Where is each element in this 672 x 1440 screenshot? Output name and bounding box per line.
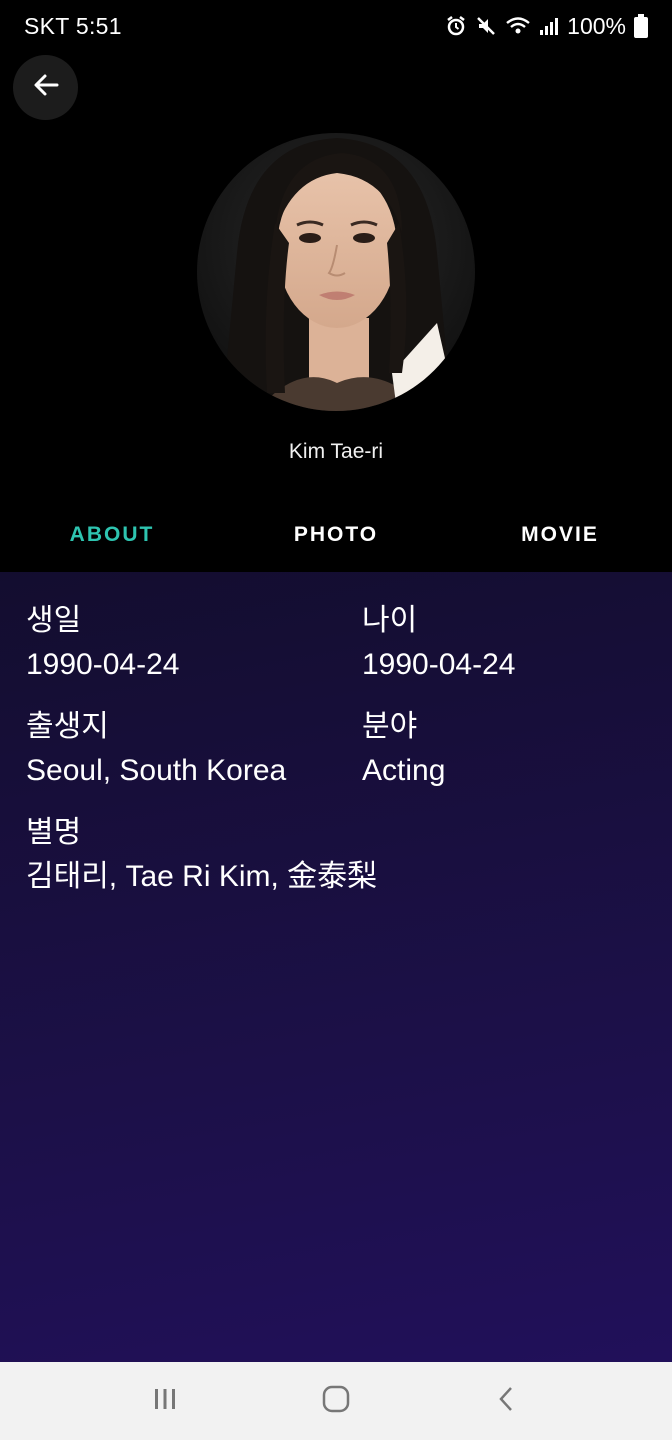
age-label: 나이 bbox=[362, 604, 418, 637]
status-bar: SKT 5:51 100% bbox=[0, 0, 672, 52]
birthday-label: 생일 bbox=[26, 604, 82, 637]
back-nav-button[interactable] bbox=[477, 1371, 537, 1431]
recent-apps-icon bbox=[150, 1384, 180, 1419]
battery-icon bbox=[634, 14, 648, 38]
alias-label: 별명 bbox=[26, 816, 82, 849]
home-button[interactable] bbox=[306, 1371, 366, 1431]
about-panel: 생일 1990-04-24 나이 1990-04-24 출생지 Seoul, S… bbox=[0, 572, 672, 1362]
home-icon bbox=[321, 1384, 351, 1419]
mute-icon bbox=[475, 15, 497, 37]
tab-photo[interactable]: PHOTO bbox=[224, 500, 448, 570]
info-grid: 생일 1990-04-24 나이 1990-04-24 출생지 Seoul, S… bbox=[26, 600, 646, 900]
field-label: 분야 bbox=[362, 710, 418, 743]
field-value: Acting bbox=[362, 754, 446, 787]
battery-percent: 100% bbox=[567, 12, 626, 39]
signal-icon bbox=[539, 15, 559, 37]
field-item: 분야 Acting bbox=[362, 706, 646, 794]
arrow-left-icon bbox=[31, 70, 61, 105]
birthplace-label: 출생지 bbox=[26, 710, 109, 743]
chevron-left-icon bbox=[492, 1384, 522, 1419]
tab-movie[interactable]: MOVIE bbox=[448, 500, 672, 570]
alias-item: 별명 김태리, Tae Ri Kim, 金泰梨 bbox=[26, 812, 646, 900]
system-nav-bar bbox=[0, 1362, 672, 1440]
wifi-icon bbox=[505, 15, 531, 37]
birthday-value: 1990-04-24 bbox=[26, 648, 180, 681]
alarm-icon bbox=[445, 15, 467, 37]
status-icons: 100% bbox=[445, 13, 648, 40]
tab-bar: ABOUT PHOTO MOVIE bbox=[0, 500, 672, 570]
birthplace-value: Seoul, South Korea bbox=[26, 754, 287, 787]
tab-about[interactable]: ABOUT bbox=[0, 500, 224, 570]
alias-value: 김태리, Tae Ri Kim, 金泰梨 bbox=[26, 860, 378, 893]
status-carrier-time: SKT 5:51 bbox=[24, 12, 122, 39]
age-value: 1990-04-24 bbox=[362, 648, 516, 681]
age-item: 나이 1990-04-24 bbox=[362, 600, 646, 688]
birthplace-item: 출생지 Seoul, South Korea bbox=[26, 706, 362, 794]
back-button[interactable] bbox=[13, 55, 78, 120]
recent-apps-button[interactable] bbox=[135, 1371, 195, 1431]
birthday-item: 생일 1990-04-24 bbox=[26, 600, 362, 688]
profile-name: Kim Tae-ri bbox=[288, 440, 384, 463]
profile-avatar bbox=[197, 133, 475, 411]
